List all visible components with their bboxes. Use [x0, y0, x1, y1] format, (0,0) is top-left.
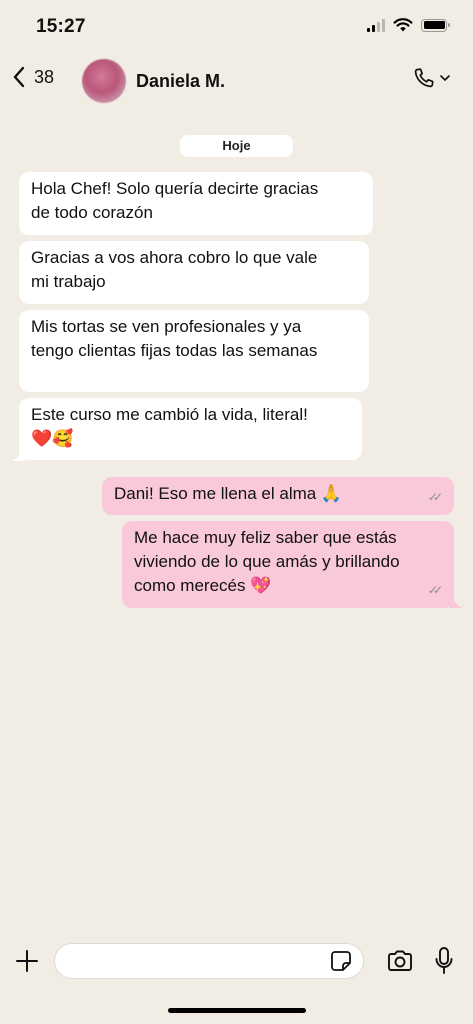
read-ticks-icon: ✓✓ [427, 490, 443, 504]
message-emoji-line: ❤️🥰 [31, 429, 74, 449]
attach-button[interactable] [14, 948, 40, 979]
camera-icon [388, 950, 412, 971]
chat-header: 38 Daniela M. [0, 52, 473, 110]
message-text-line: de todo corazón [31, 203, 153, 222]
message-text-line: como merecés 💖 [134, 576, 272, 595]
contact-name[interactable]: Daniela M. [136, 71, 225, 92]
incoming-message[interactable]: Hola Chef! Solo quería decirte gracias d… [19, 172, 373, 235]
message-text-line: Hola Chef! Solo quería decirte gracias [31, 179, 319, 198]
microphone-button[interactable] [434, 946, 454, 981]
incoming-message[interactable]: Este curso me cambió la vida, literal! ❤… [19, 398, 362, 460]
date-separator: Hoje [180, 135, 293, 157]
microphone-icon [435, 947, 453, 974]
unread-count: 38 [34, 66, 55, 87]
outgoing-message[interactable]: Me hace muy feliz saber que estás vivien… [122, 521, 454, 608]
camera-button[interactable] [386, 949, 414, 978]
status-icons [367, 18, 450, 32]
message-text-line: Me hace muy feliz saber que estás [134, 528, 397, 547]
status-time: 15:27 [36, 16, 86, 37]
message-text-line: Este curso me cambió la vida, literal! [31, 405, 308, 424]
read-ticks-icon: ✓✓ [427, 583, 443, 597]
bubble-tail [449, 596, 463, 608]
sticker-icon [331, 951, 351, 971]
message-text-line: Mis tortas se ven profesionales y ya [31, 317, 302, 336]
message-input[interactable] [54, 943, 364, 979]
battery-icon [421, 18, 450, 32]
status-bar: 15:27 [0, 0, 473, 52]
wifi-icon [393, 18, 413, 32]
incoming-message[interactable]: Gracias a vos ahora cobro lo que vale mi… [19, 241, 369, 304]
chevron-down-icon [440, 75, 450, 81]
composer-bar [0, 940, 473, 984]
avatar[interactable] [82, 59, 126, 103]
message-text-line: viviendo de lo que amás y brillando [134, 552, 400, 571]
plus-icon [16, 950, 38, 972]
back-button[interactable]: 38 [12, 65, 54, 89]
sticker-button[interactable] [330, 950, 352, 977]
home-indicator[interactable] [168, 1008, 306, 1013]
chevron-left-icon [13, 66, 25, 88]
phone-icon [414, 68, 434, 88]
incoming-message[interactable]: Mis tortas se ven profesionales y ya ten… [19, 310, 369, 392]
message-text-line: Gracias a vos ahora cobro lo que vale [31, 248, 318, 267]
bubble-tail [11, 449, 25, 461]
call-button[interactable] [412, 66, 451, 90]
message-text-line: tengo clientas fijas todas las semanas [31, 341, 318, 360]
signal-icon [367, 18, 385, 32]
message-text-line: mi trabajo [31, 272, 106, 291]
outgoing-message[interactable]: Dani! Eso me llena el alma 🙏 ✓✓ [102, 477, 454, 515]
message-text: Dani! Eso me llena el alma 🙏 [114, 484, 343, 503]
